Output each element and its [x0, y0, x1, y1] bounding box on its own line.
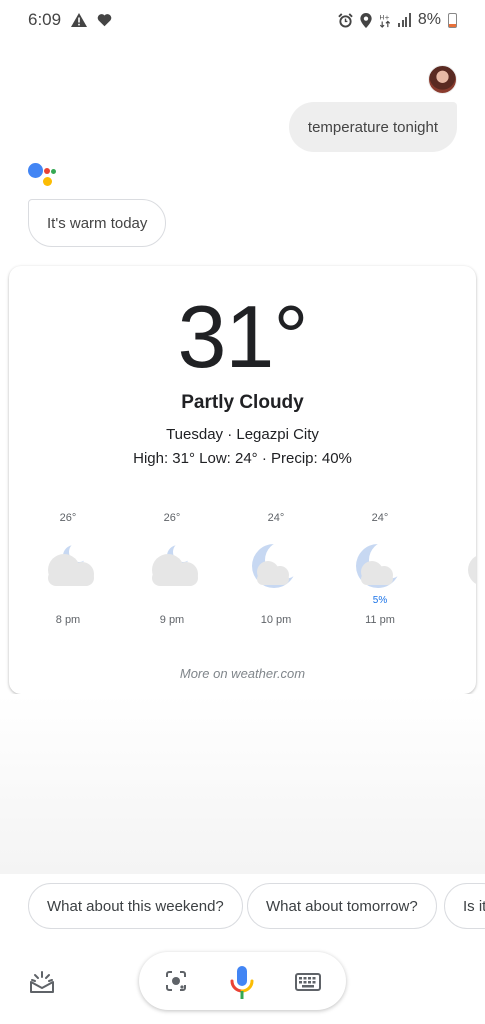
- empty-area: [0, 694, 485, 874]
- lens-icon[interactable]: [165, 970, 187, 992]
- hour-time: 8 pm: [55, 614, 81, 626]
- data-icon: H+: [380, 13, 391, 28]
- suggestion-chip-is-it[interactable]: Is it: [444, 883, 485, 929]
- hour-temp: 26°: [59, 512, 77, 524]
- hourly-item: 24° 10 pm: [224, 510, 328, 626]
- hourly-item: 26° 8 pm: [16, 510, 120, 626]
- user-query-text: temperature tonight: [307, 118, 438, 136]
- alarm-icon: [338, 12, 354, 28]
- assistant-reply-bubble: It's warm today: [28, 199, 167, 247]
- battery-icon: [448, 12, 457, 28]
- hourly-item: 24° 5% 11 pm: [328, 510, 432, 626]
- day-location: Tuesday · Legazpi City: [166, 426, 319, 443]
- high-low-precip: High: 31° Low: 24° · Precip: 40%: [133, 450, 352, 467]
- hour-precip: [224, 594, 328, 608]
- assistant-reply-text: It's warm today: [47, 214, 148, 232]
- user-avatar: [428, 65, 457, 94]
- hour-temp: 24°: [267, 512, 285, 524]
- keyboard-icon[interactable]: [295, 973, 321, 991]
- current-temperature: 31°: [177, 287, 308, 386]
- cloud-icon: [454, 540, 476, 592]
- hour-time: 11 pm: [365, 614, 395, 626]
- hourly-forecast[interactable]: 26° 8 pm 26° 9 pm 24° 10 pm 24° 5% 11 pm: [9, 510, 476, 640]
- hour-precip: 5%: [372, 595, 388, 606]
- hourly-item: 12: [432, 510, 476, 626]
- warning-icon: [71, 13, 88, 27]
- hour-temp: [432, 510, 476, 526]
- suggestion-chip-weekend[interactable]: What about this weekend?: [28, 883, 243, 929]
- location-icon: [360, 12, 372, 28]
- hour-precip: [432, 594, 476, 608]
- hour-temp: 26°: [163, 512, 181, 524]
- mic-icon[interactable]: [229, 966, 255, 1000]
- bottom-bar: [0, 938, 485, 1024]
- night-partly-cloudy-icon: [38, 540, 98, 592]
- night-partly-cloudy-icon: [142, 540, 202, 592]
- more-on-weather-link[interactable]: More on weather.com: [9, 666, 476, 681]
- explore-icon[interactable]: [28, 968, 56, 996]
- hour-time: 12: [432, 614, 476, 626]
- signal-icon: [398, 13, 411, 27]
- input-pill: [139, 952, 346, 1010]
- user-query-bubble[interactable]: temperature tonight: [288, 102, 457, 152]
- status-bar: 6:09 H+ 8%: [0, 0, 485, 40]
- weather-card[interactable]: 31° Partly Cloudy Tuesday · Legazpi City…: [9, 266, 476, 694]
- night-mostly-cloudy-icon: [350, 540, 410, 592]
- battery-percent: 8%: [417, 11, 441, 28]
- svg-text:H+: H+: [380, 13, 390, 21]
- night-mostly-cloudy-icon: [246, 540, 306, 592]
- hour-precip: [120, 594, 224, 608]
- heart-icon: [97, 14, 112, 27]
- hourly-item: 26° 9 pm: [120, 510, 224, 626]
- suggestion-chip-tomorrow[interactable]: What about tomorrow?: [247, 883, 437, 929]
- status-time: 6:09: [28, 10, 62, 29]
- suggestion-chips: What about this weekend? What about tomo…: [0, 874, 485, 938]
- hour-temp: 24°: [371, 512, 389, 524]
- hour-time: 10 pm: [260, 614, 292, 626]
- hour-precip: [16, 594, 120, 608]
- hour-time: 9 pm: [159, 614, 185, 626]
- status-right: H+ 8%: [338, 11, 457, 29]
- assistant-logo-icon: [28, 163, 58, 189]
- weather-condition: Partly Cloudy: [181, 392, 304, 413]
- status-left: 6:09: [28, 10, 112, 30]
